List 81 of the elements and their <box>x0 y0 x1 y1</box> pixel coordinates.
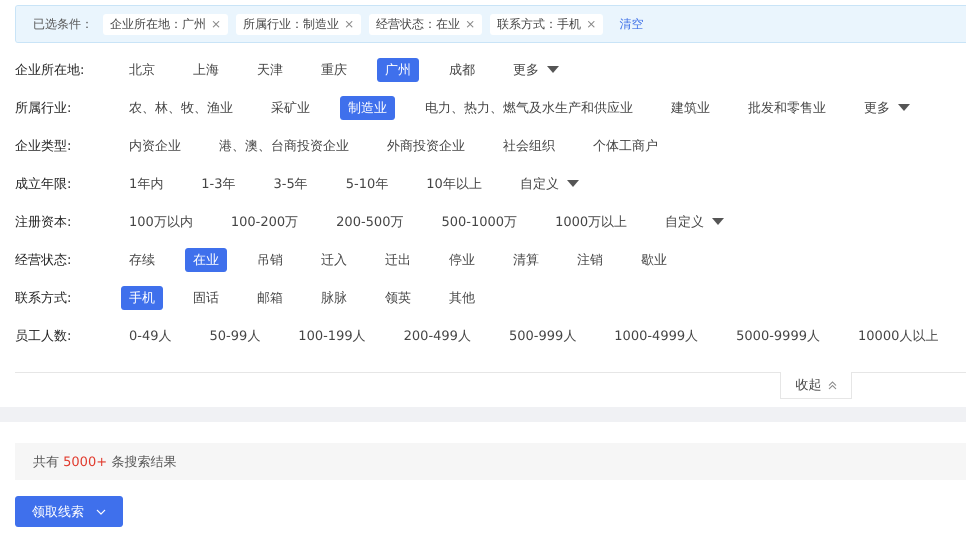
filter-label: 企业所在地: <box>15 62 86 79</box>
filter-option[interactable]: 200-499人 <box>396 324 479 348</box>
filter-option[interactable]: 注销 <box>569 248 611 272</box>
filter-option[interactable]: 天津 <box>249 58 291 82</box>
filter-option[interactable]: 脉脉 <box>313 286 355 310</box>
filter-option[interactable]: 50-99人 <box>202 324 268 348</box>
close-icon[interactable]: × <box>586 17 596 31</box>
close-icon[interactable]: × <box>465 17 476 31</box>
filter-option[interactable]: 港、澳、台商投资企业 <box>211 134 357 158</box>
filter-option[interactable]: 1年内 <box>121 172 172 196</box>
filter-option[interactable]: 1000-4999人 <box>606 324 706 348</box>
collapse-button[interactable]: 收起 <box>780 372 852 399</box>
filter-option[interactable]: 电力、热力、燃气及水生产和供应业 <box>417 96 641 120</box>
clear-link[interactable]: 清空 <box>619 16 644 32</box>
results-count-text: 共有 5000+ 条搜索结果 <box>33 454 176 470</box>
filter-option[interactable]: 邮箱 <box>249 286 291 310</box>
filter-option[interactable]: 在业 <box>185 248 227 272</box>
filter-option[interactable]: 0-49人 <box>121 324 180 348</box>
filter-option[interactable]: 外商投资企业 <box>379 134 473 158</box>
caret-icon <box>898 104 910 112</box>
filter-option[interactable]: 歇业 <box>633 248 675 272</box>
filter-option[interactable]: 迁入 <box>313 248 355 272</box>
filter-option[interactable]: 10000人以上 <box>850 324 946 348</box>
filter-option[interactable]: 重庆 <box>313 58 355 82</box>
filter-option[interactable]: 其他 <box>441 286 483 310</box>
double-chevron-up-icon <box>828 380 836 390</box>
filter-option[interactable]: 固话 <box>185 286 227 310</box>
filter-option[interactable]: 200-500万 <box>328 210 412 234</box>
filter-option[interactable]: 北京 <box>121 58 163 82</box>
filter-option[interactable]: 5-10年 <box>338 172 396 196</box>
filter-option[interactable]: 100万以内 <box>121 210 201 234</box>
filter-dropdown[interactable]: 自定义 <box>512 172 587 196</box>
selected-conditions-label: 已选条件： <box>33 16 93 32</box>
filter-option[interactable]: 500-1000万 <box>433 210 526 234</box>
close-icon[interactable]: × <box>344 17 354 31</box>
filter-option[interactable]: 停业 <box>441 248 483 272</box>
filter-option[interactable]: 10年以上 <box>418 172 490 196</box>
filter-dropdown[interactable]: 更多 <box>505 58 567 82</box>
filter-option[interactable]: 500-999人 <box>500 324 584 348</box>
filter-option[interactable]: 成都 <box>441 58 483 82</box>
tag-label: 企业所在地：广州 <box>110 16 206 32</box>
filter-option[interactable]: 批发和零售业 <box>740 96 834 120</box>
filter-label: 经营状态: <box>15 252 72 269</box>
filter-option[interactable]: 制造业 <box>340 96 395 120</box>
filter-option[interactable]: 存续 <box>121 248 163 272</box>
caret-icon <box>566 180 579 188</box>
chevron-down-icon <box>96 508 106 514</box>
filter-option[interactable]: 广州 <box>377 58 419 82</box>
filter-option[interactable]: 农、林、牧、渔业 <box>121 96 241 120</box>
filter-label: 成立年限: <box>15 176 72 193</box>
filter-option[interactable]: 1000万以上 <box>547 210 636 234</box>
filter-option[interactable]: 3-5年 <box>266 172 316 196</box>
tag-label: 联系方式：手机 <box>497 16 582 32</box>
filter-option[interactable]: 上海 <box>185 58 227 82</box>
filter-option[interactable]: 100-200万 <box>222 210 306 234</box>
filter-option[interactable]: 手机 <box>121 286 163 310</box>
filter-option[interactable]: 社会组织 <box>495 134 563 158</box>
filter-dropdown[interactable]: 更多 <box>856 96 918 120</box>
claim-leads-button[interactable]: 领取线索 <box>15 496 123 527</box>
filter-option[interactable]: 1-3年 <box>193 172 244 196</box>
filter-option[interactable]: 迁出 <box>377 248 419 272</box>
filter-option[interactable]: 100-199人 <box>290 324 374 348</box>
caret-icon <box>712 218 724 226</box>
filter-option[interactable]: 吊销 <box>249 248 291 272</box>
filter-label: 联系方式: <box>15 290 72 307</box>
tag-label: 所属行业：制造业 <box>243 16 340 32</box>
filter-label: 注册资本: <box>15 214 72 231</box>
filter-option[interactable]: 领英 <box>377 286 419 310</box>
filter-dropdown[interactable]: 自定义 <box>657 210 732 234</box>
filter-label: 员工人数: <box>15 328 72 345</box>
filter-option[interactable]: 个体工商户 <box>585 134 666 158</box>
filter-option[interactable]: 采矿业 <box>263 96 318 120</box>
caret-icon <box>547 66 559 74</box>
tag-label: 经营状态：在业 <box>376 16 460 32</box>
filter-option[interactable]: 清算 <box>505 248 547 272</box>
filter-option[interactable]: 内资企业 <box>121 134 189 158</box>
filter-option[interactable]: 5000-9999人 <box>728 324 828 348</box>
close-icon[interactable]: × <box>211 17 222 31</box>
filter-option[interactable]: 建筑业 <box>663 96 718 120</box>
filter-label: 所属行业: <box>15 100 72 117</box>
filter-label: 企业类型: <box>15 138 72 155</box>
